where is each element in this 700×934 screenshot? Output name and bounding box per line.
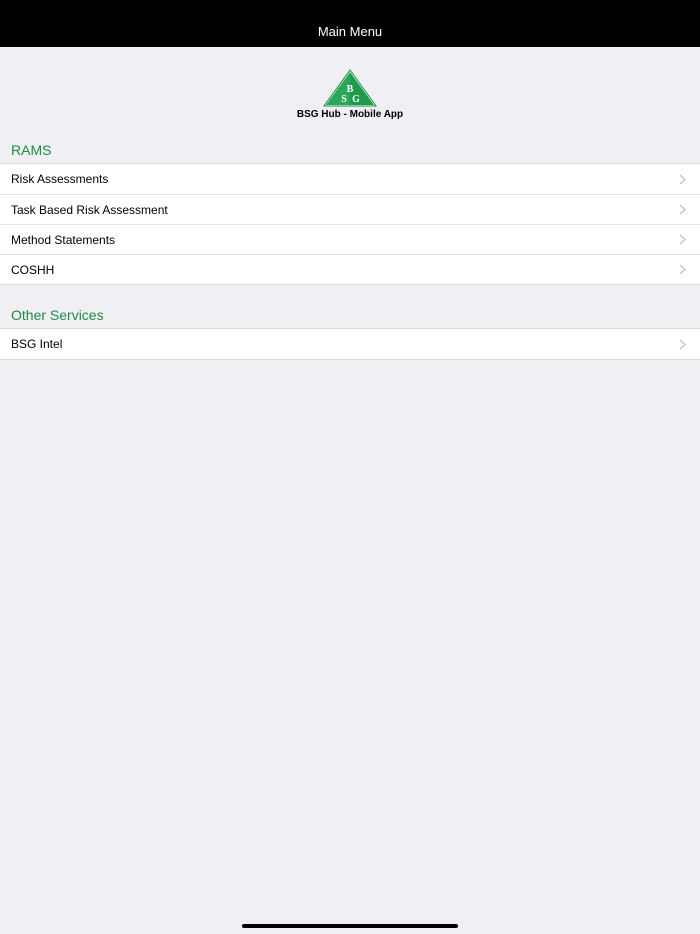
chevron-right-icon [676, 204, 688, 216]
chevron-right-icon [676, 264, 688, 276]
section-header-other-services: Other Services [11, 307, 104, 323]
list-item-label: COSHH [11, 262, 55, 277]
list-item-risk-assessments[interactable]: Risk Assessments [0, 164, 700, 194]
logo-caption: BSG Hub - Mobile App [296, 109, 404, 120]
chevron-right-icon [676, 338, 688, 350]
list-item-label: Risk Assessments [11, 172, 109, 186]
list-item-label: Task Based Risk Assessment [11, 202, 168, 217]
home-indicator[interactable] [242, 924, 458, 928]
list-item-task-based-risk-assessment[interactable]: Task Based Risk Assessment [0, 194, 700, 224]
logo-letter-s: S [341, 94, 347, 105]
list-item-label: BSG Intel [11, 337, 63, 351]
list-item-label: Method Statements [11, 232, 116, 247]
page-title: Main Menu [317, 24, 383, 39]
list-item-bsg-intel[interactable]: BSG Intel [0, 329, 700, 359]
app-logo: B S G BSG Hub - Mobile App [0, 68, 700, 120]
list-item-method-statements[interactable]: Method Statements [0, 224, 700, 254]
bsg-logo-icon: B S G [323, 69, 377, 107]
section-header-rams: RAMS [11, 142, 52, 158]
logo-letter-g: G [352, 94, 360, 105]
rams-list: Risk Assessments Task Based Risk Assessm… [0, 163, 700, 285]
other-services-list: BSG Intel [0, 328, 700, 360]
chevron-right-icon [676, 234, 688, 246]
navigation-bar: Main Menu [0, 0, 700, 47]
chevron-right-icon [676, 173, 688, 185]
list-item-coshh[interactable]: COSHH [0, 254, 700, 284]
